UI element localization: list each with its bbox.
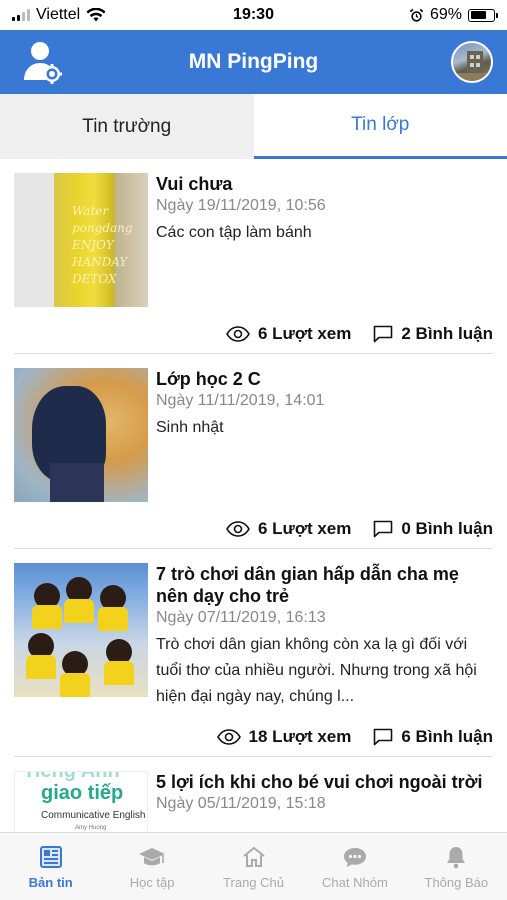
chat-bubble-icon bbox=[341, 844, 369, 870]
nav-item-notifications[interactable]: Thông Báo bbox=[406, 833, 507, 900]
post-title[interactable]: 5 lợi ích khi cho bé vui chơi ngoài trời bbox=[156, 771, 493, 793]
bell-icon bbox=[442, 844, 470, 870]
thumbnail-text-line4: Amy Huong bbox=[75, 825, 107, 831]
status-right: 69% bbox=[409, 6, 498, 24]
post-date: Ngày 05/11/2019, 15:18 bbox=[156, 795, 326, 812]
battery-percent: 69% bbox=[429, 6, 462, 23]
comment-icon bbox=[374, 728, 393, 746]
thumbnail-text-line3: Communicative English bbox=[41, 810, 146, 821]
carrier-name: Viettel bbox=[36, 6, 81, 23]
nav-label: Thông Báo bbox=[424, 874, 489, 890]
tab-label: Tin trường bbox=[82, 115, 172, 137]
thumbnail-art-neck bbox=[50, 463, 104, 502]
comments-count[interactable]: 0 Bình luận bbox=[373, 519, 493, 539]
user-settings-button[interactable] bbox=[22, 40, 62, 84]
views-count: 6 Lượt xem bbox=[226, 519, 351, 539]
post-stats: 6 Lượt xem 0 Bình luận bbox=[14, 502, 493, 548]
news-feed[interactable]: Water pongdang ENJOY HANDAY DETOX Vui ch… bbox=[0, 159, 507, 832]
post-title[interactable]: Vui chưa bbox=[156, 173, 493, 195]
eye-icon bbox=[216, 729, 241, 745]
news-tabs: Tin trường Tin lớp bbox=[0, 94, 507, 159]
news-post[interactable]: Water pongdang ENJOY HANDAY DETOX Vui ch… bbox=[14, 159, 493, 354]
comments-label: 6 Bình luận bbox=[401, 727, 493, 746]
newspaper-icon bbox=[37, 844, 65, 870]
post-stats: 6 Lượt xem 2 Bình luận bbox=[14, 307, 493, 353]
comments-label: 0 Bình luận bbox=[401, 519, 493, 538]
post-title[interactable]: Lớp học 2 C bbox=[156, 368, 493, 390]
post-thumbnail[interactable]: Tiếng Anh giao tiếp Communicative Englis… bbox=[14, 771, 148, 832]
comment-icon bbox=[374, 325, 393, 343]
home-icon bbox=[240, 844, 268, 870]
nav-item-group-chat[interactable]: Chat Nhóm bbox=[304, 833, 405, 900]
post-description: Các con tập làm bánh bbox=[156, 224, 312, 241]
post-description: Trò chơi dân gian không còn xa lạ gì đối… bbox=[156, 636, 477, 705]
nav-item-home[interactable]: Trang Chủ bbox=[203, 833, 304, 900]
post-title[interactable]: 7 trò chơi dân gian hấp dẫn cha mẹ nên d… bbox=[156, 563, 493, 607]
wifi-icon bbox=[86, 8, 106, 22]
news-post[interactable]: Lớp học 2 C Ngày 11/11/2019, 14:01 Sinh … bbox=[14, 354, 493, 549]
views-count: 6 Lượt xem bbox=[226, 324, 351, 344]
comments-count[interactable]: 2 Bình luận bbox=[373, 324, 493, 344]
tab-label: Tin lớp bbox=[351, 114, 410, 135]
graduation-cap-icon bbox=[138, 844, 166, 870]
alarm-icon bbox=[409, 8, 424, 22]
news-post[interactable]: 7 trò chơi dân gian hấp dẫn cha mẹ nên d… bbox=[14, 549, 493, 757]
post-date: Ngày 07/11/2019, 16:13 bbox=[156, 609, 326, 626]
comment-icon bbox=[374, 520, 393, 538]
nav-label: Học tập bbox=[129, 874, 175, 890]
tab-school-news[interactable]: Tin trường bbox=[0, 94, 254, 159]
post-date: Ngày 11/11/2019, 14:01 bbox=[156, 392, 325, 409]
app-title: MN PingPing bbox=[188, 50, 319, 73]
post-description: Sinh nhật bbox=[156, 419, 224, 436]
user-settings-icon bbox=[24, 42, 62, 84]
status-time: 19:30 bbox=[233, 6, 274, 23]
status-bar: Viettel 19:30 69% bbox=[0, 0, 507, 30]
thumbnail-bottle-label: Water pongdang ENJOY HANDAY DETOX bbox=[72, 204, 133, 286]
nav-label: Trang Chủ bbox=[223, 874, 284, 890]
app-header: MN PingPing bbox=[0, 30, 507, 94]
post-thumbnail[interactable] bbox=[14, 563, 148, 697]
status-left: Viettel bbox=[12, 6, 106, 24]
news-post[interactable]: Tiếng Anh giao tiếp Communicative Englis… bbox=[14, 757, 493, 832]
nav-label: Chat Nhóm bbox=[322, 874, 388, 890]
thumbnail-text-line2: giao tiếp bbox=[41, 782, 124, 804]
post-stats: 18 Lượt xem 6 Bình luận bbox=[14, 710, 493, 756]
comments-label: 2 Bình luận bbox=[401, 324, 493, 343]
eye-icon bbox=[226, 326, 250, 342]
post-thumbnail[interactable] bbox=[14, 368, 148, 502]
tab-class-news[interactable]: Tin lớp bbox=[253, 94, 507, 159]
views-label: 6 Lượt xem bbox=[258, 324, 352, 343]
comments-count[interactable]: 6 Bình luận bbox=[373, 727, 493, 747]
views-label: 6 Lượt xem bbox=[258, 519, 352, 538]
nav-label: Bản tin bbox=[28, 874, 73, 890]
views-label: 18 Lượt xem bbox=[248, 727, 352, 746]
nav-item-study[interactable]: Học tập bbox=[101, 833, 202, 900]
post-thumbnail[interactable]: Water pongdang ENJOY HANDAY DETOX bbox=[14, 173, 148, 307]
avatar[interactable] bbox=[451, 41, 493, 83]
eye-icon bbox=[226, 521, 250, 537]
nav-item-news[interactable]: Bản tin bbox=[0, 833, 101, 900]
views-count: 18 Lượt xem bbox=[216, 727, 352, 747]
signal-icon bbox=[12, 9, 30, 21]
battery-icon bbox=[468, 8, 498, 22]
bottom-nav: Bản tin Học tập Trang Chủ Chat Nhóm Thôn… bbox=[0, 832, 507, 900]
post-date: Ngày 19/11/2019, 10:56 bbox=[156, 197, 326, 214]
avatar-photo bbox=[453, 51, 491, 81]
